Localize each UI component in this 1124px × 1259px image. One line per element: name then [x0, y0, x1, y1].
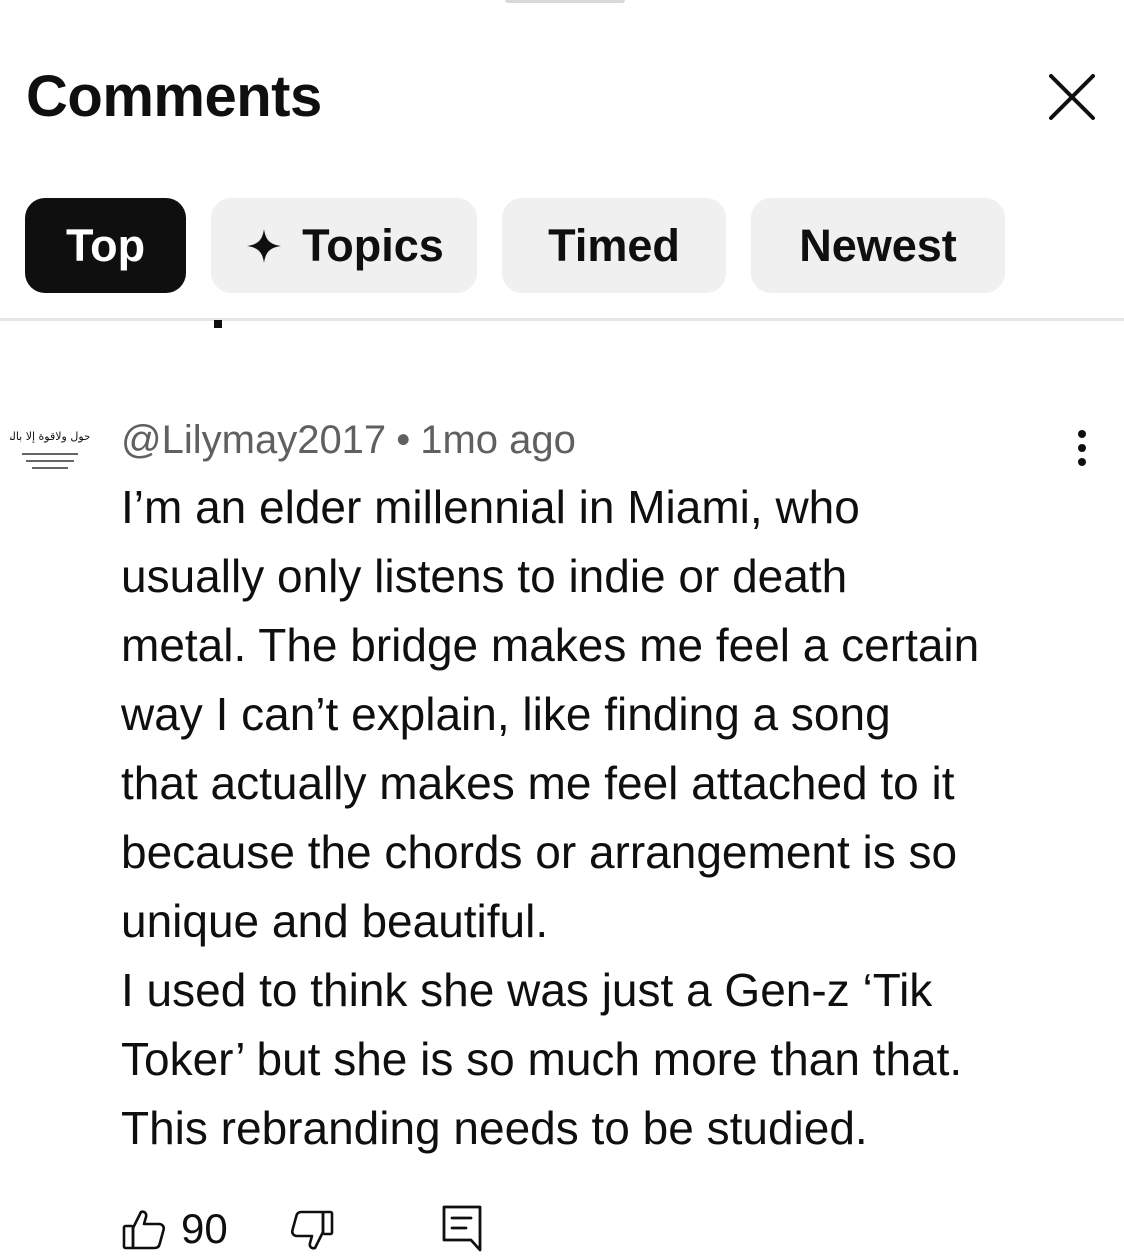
sparkle-icon	[244, 226, 284, 266]
tab-top-label: Top	[65, 219, 146, 271]
comment-line: because the chords or arrangement is so	[121, 826, 958, 878]
like-button[interactable]	[121, 1206, 167, 1252]
avatar-calligraphy: لاحول ولاقوة إلا بالله	[8, 430, 92, 443]
panel-title: Comments	[26, 64, 322, 129]
tab-newest[interactable]: Newest	[751, 198, 1005, 293]
tab-topics-label: Topics	[302, 219, 444, 271]
meta-separator: •	[396, 418, 411, 462]
thumbs-up-icon	[122, 1210, 166, 1250]
tab-top[interactable]: Top	[25, 198, 186, 293]
comment-line: I’m an elder millennial in Miami, who	[121, 481, 860, 533]
comment-reply-icon	[442, 1205, 482, 1252]
clipped-previous-comment-fragment	[214, 320, 222, 328]
header-divider	[0, 318, 1124, 321]
comment-line: metal. The bridge makes me feel a certai…	[121, 619, 980, 671]
thumbs-down-icon	[290, 1210, 334, 1250]
comment-line: Toker’ but she is so much more than that…	[121, 1033, 963, 1085]
tab-timed[interactable]: Timed	[502, 198, 726, 293]
close-button[interactable]	[1045, 70, 1099, 124]
comment-line: usually only listens to indie or death	[121, 550, 848, 602]
avatar[interactable]: لاحول ولاقوة إلا بالله	[8, 410, 92, 494]
sort-tabs: Top Topics Timed Newest	[25, 198, 1005, 293]
more-vert-icon	[1078, 430, 1086, 466]
tab-newest-label: Newest	[799, 219, 957, 271]
comment-timestamp: 1mo ago	[420, 418, 576, 462]
close-icon	[1049, 74, 1095, 120]
comment-author[interactable]: @Lilymay2017	[121, 418, 386, 462]
reply-button[interactable]	[441, 1204, 483, 1252]
comment-line: unique and beautiful.	[121, 895, 549, 947]
comment-line: that actually makes me feel attached to …	[121, 757, 955, 809]
comment-text: I’m an elder millennial in Miami, who us…	[121, 473, 1111, 1163]
comment-line: This rebranding needs to be studied.	[121, 1102, 868, 1154]
drag-handle[interactable]	[505, 0, 625, 3]
comment-line: way I can’t explain, like finding a song	[121, 688, 891, 740]
like-count: 90	[181, 1205, 228, 1252]
tab-timed-label: Timed	[548, 219, 680, 271]
dislike-button[interactable]	[289, 1208, 335, 1254]
tab-topics[interactable]: Topics	[211, 198, 477, 293]
comment-line: I used to think she was just a Gen-z ‘Ti…	[121, 964, 933, 1016]
more-options-button[interactable]	[1060, 428, 1104, 472]
comment-meta: @Lilymay2017 • 1mo ago	[121, 416, 576, 464]
